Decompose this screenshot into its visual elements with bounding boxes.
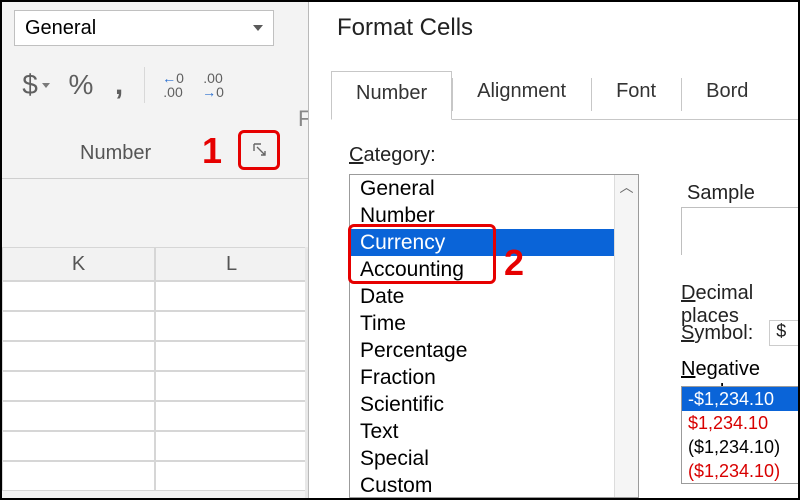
dialog-tabs: Number Alignment Font Bord xyxy=(331,70,798,120)
annotation-box-1 xyxy=(238,130,280,170)
cell[interactable] xyxy=(2,281,155,311)
sample-label: Sample xyxy=(687,182,755,205)
chevron-up-icon[interactable]: ︿ xyxy=(615,175,638,199)
column-header-l[interactable]: L xyxy=(155,247,308,281)
negative-option-3[interactable]: ($1,234.10) xyxy=(682,459,800,483)
cell[interactable] xyxy=(155,371,308,401)
percent-icon: % xyxy=(69,69,94,101)
number-format-dropdown[interactable]: General xyxy=(14,10,274,46)
percent-style-button[interactable]: % xyxy=(60,62,102,108)
category-item-time[interactable]: Time xyxy=(350,310,614,337)
annotation-number-1: 1 xyxy=(202,130,222,172)
category-item-special[interactable]: Special xyxy=(350,445,614,472)
cell[interactable] xyxy=(2,461,155,491)
ribbon-number-group: General $ % , ←0 .00 .00 →0 Nu xyxy=(2,2,308,498)
chevron-down-icon xyxy=(253,25,263,31)
dollar-icon: $ xyxy=(22,69,38,101)
comma-style-button[interactable]: , xyxy=(102,62,136,108)
cell[interactable] xyxy=(2,311,155,341)
number-buttons-row: $ % , ←0 .00 .00 →0 xyxy=(12,62,298,108)
cell[interactable] xyxy=(155,401,308,431)
category-listbox[interactable]: General Number Currency Accounting Date … xyxy=(349,174,639,498)
category-item-scientific[interactable]: Scientific xyxy=(350,391,614,418)
separator xyxy=(144,67,145,103)
decrease-decimal-icon: .00 xyxy=(203,71,222,85)
negative-option-2[interactable]: ($1,234.10) xyxy=(682,435,800,459)
increase-decimal-icon: ←0 xyxy=(162,71,184,85)
category-item-fraction[interactable]: Fraction xyxy=(350,364,614,391)
scrollbar[interactable]: ︿ xyxy=(614,175,638,497)
tab-font[interactable]: Font xyxy=(592,70,681,119)
sample-preview xyxy=(681,207,800,255)
worksheet-grid[interactable]: K L xyxy=(2,247,308,491)
chevron-down-icon xyxy=(42,83,50,88)
increase-decimal-button[interactable]: ←0 .00 xyxy=(153,62,193,108)
cell[interactable] xyxy=(2,341,155,371)
cell[interactable] xyxy=(2,431,155,461)
cell[interactable] xyxy=(155,431,308,461)
category-item-general[interactable]: General xyxy=(350,175,614,202)
tab-number[interactable]: Number xyxy=(331,71,452,120)
category-item-text[interactable]: Text xyxy=(350,418,614,445)
decrease-decimal-button[interactable]: .00 →0 xyxy=(193,62,233,108)
tab-border[interactable]: Bord xyxy=(682,70,773,119)
cell[interactable] xyxy=(2,371,155,401)
symbol-label: Symbol: xyxy=(681,322,753,345)
category-item-date[interactable]: Date xyxy=(350,283,614,310)
cell[interactable] xyxy=(155,461,308,491)
category-item-percentage[interactable]: Percentage xyxy=(350,337,614,364)
annotation-box-2 xyxy=(348,224,496,284)
negative-option-0[interactable]: -$1,234.10 xyxy=(682,387,800,411)
column-header-k[interactable]: K xyxy=(2,247,155,281)
tab-alignment[interactable]: Alignment xyxy=(453,70,591,119)
negative-option-1[interactable]: $1,234.10 xyxy=(682,411,800,435)
ribbon-group-label: Number xyxy=(80,142,151,165)
comma-icon: , xyxy=(115,68,123,102)
symbol-dropdown[interactable]: $ xyxy=(769,320,800,346)
annotation-number-2: 2 xyxy=(504,242,524,284)
screenshot-root: General $ % , ←0 .00 .00 →0 Nu xyxy=(0,0,800,500)
cell[interactable] xyxy=(155,281,308,311)
dialog-title: Format Cells xyxy=(337,14,473,42)
category-item-custom[interactable]: Custom xyxy=(350,472,614,498)
symbol-row: Symbol: $ xyxy=(681,320,800,346)
number-format-value: General xyxy=(25,17,96,40)
category-label: Category: xyxy=(349,144,436,167)
cell[interactable] xyxy=(2,401,155,431)
negative-numbers-listbox[interactable]: -$1,234.10 $1,234.10 ($1,234.10) ($1,234… xyxy=(681,386,800,484)
cell[interactable] xyxy=(155,341,308,371)
cell[interactable] xyxy=(155,311,308,341)
accounting-format-button[interactable]: $ xyxy=(12,62,60,108)
separator xyxy=(2,178,308,179)
